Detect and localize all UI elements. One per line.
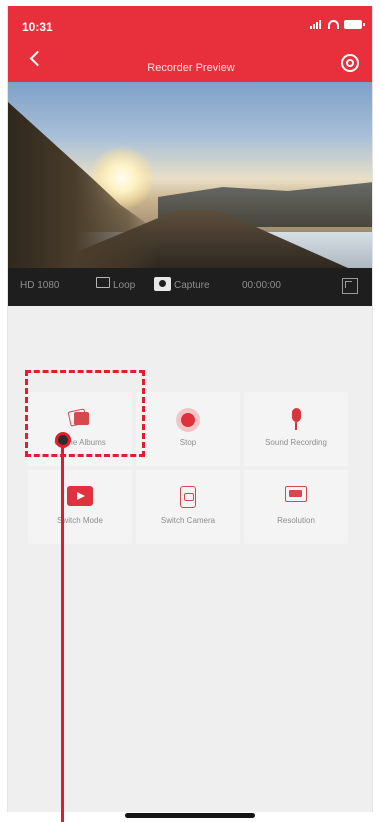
sound-recording-button[interactable]: Sound Recording (244, 392, 348, 466)
status-time: 10:31 (22, 20, 53, 34)
sound-recording-label: Sound Recording (265, 438, 327, 447)
signal-icon (310, 20, 323, 29)
fullscreen-icon[interactable] (342, 278, 358, 294)
settings-gear-icon[interactable] (341, 54, 359, 72)
switch-camera-button[interactable]: Switch Camera (136, 470, 240, 544)
resolution-label[interactable]: HD 1080 (20, 280, 59, 291)
resolution-button[interactable]: Resolution (244, 470, 348, 544)
wifi-icon (328, 20, 339, 29)
microphone-icon (290, 408, 302, 432)
stop-button[interactable]: Stop (136, 392, 240, 466)
page-title: Recorder Preview (147, 62, 235, 74)
loop-label[interactable]: Loop (113, 280, 135, 291)
pointer-dot (55, 432, 71, 448)
pointer-line (61, 446, 64, 822)
video-preview[interactable] (8, 82, 372, 268)
video-camera-icon (67, 486, 93, 506)
switch-mode-button[interactable]: Switch Mode (28, 470, 132, 544)
switch-mode-label: Switch Mode (57, 516, 103, 525)
stop-label: Stop (179, 438, 197, 447)
recording-duration: 00:00:00 (242, 280, 281, 291)
status-indicators (310, 20, 365, 29)
hd-icon (285, 486, 307, 502)
switch-camera-label: Switch Camera (160, 516, 216, 525)
home-indicator (125, 813, 255, 818)
tv-icon[interactable] (96, 277, 110, 288)
battery-icon (344, 20, 365, 29)
resolution-button-label: Resolution (277, 516, 315, 525)
camera-icon[interactable] (154, 277, 171, 291)
preview-toolbar: HD 1080 Loop Capture 00:00:00 (8, 268, 372, 306)
switch-camera-icon (180, 486, 196, 508)
capture-label[interactable]: Capture (174, 280, 210, 291)
stop-icon (176, 408, 200, 432)
app-header: 10:31 Recorder Preview (8, 6, 372, 82)
highlight-box (25, 370, 145, 457)
